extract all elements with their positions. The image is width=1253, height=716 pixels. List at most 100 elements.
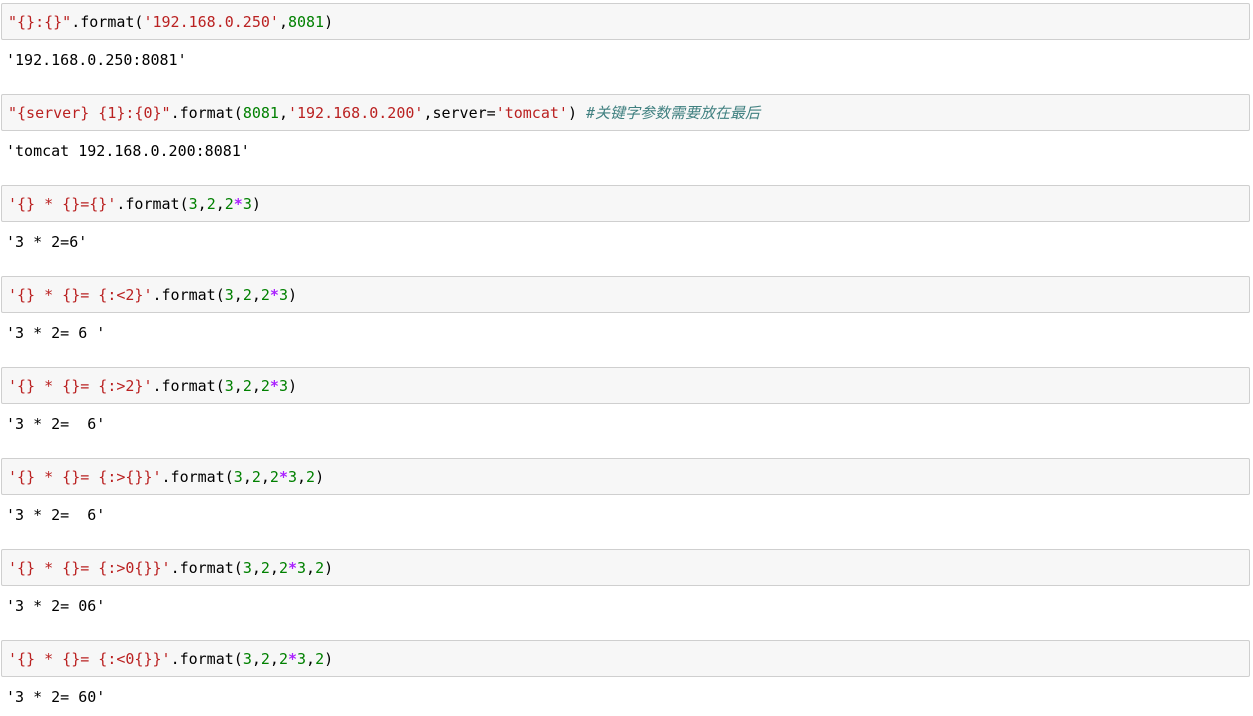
string-token: '192.168.0.200' [287,104,424,122]
code-input-area[interactable]: '{} * {}= {:<0{}}'.format(3,2,2*3,2) [1,640,1250,677]
operator-token: * [287,559,297,577]
number-token: 3 [287,468,297,486]
output-area: '3 * 2= 60' [0,686,1253,710]
code-line: "{server} {1}:{0}".format(8081,'192.168.… [8,104,760,122]
code-token: .format( [170,104,243,122]
output-area: '3 * 2= 6' [0,504,1253,528]
code-token: ) [287,377,297,395]
code-token: , [278,104,288,122]
string-token: '{} * {}= {:>{}}' [8,468,162,486]
code-line: '{} * {}= {:<2}'.format(3,2,2*3) [8,286,297,304]
output-text: '3 * 2= 6 ' [6,324,106,342]
number-token: 3 [278,286,288,304]
code-token: .format( [116,195,189,213]
code-token: .format( [170,559,243,577]
code-token: ) [251,195,261,213]
code-token: , [251,377,261,395]
code-token: , [215,195,225,213]
code-token: , [251,559,261,577]
number-token: 2 [269,468,279,486]
code-token: ) [315,468,325,486]
string-token: 'tomcat' [495,104,568,122]
number-token: 2 [278,559,288,577]
number-token: 2 [206,195,216,213]
number-token: 2 [242,286,252,304]
output-area: '192.168.0.250:8081' [0,49,1253,73]
output-text: 'tomcat 192.168.0.200:8081' [6,142,250,160]
number-token: 3 [297,559,307,577]
code-token: , [233,377,243,395]
output-text: '3 * 2= 06' [6,597,106,615]
code-token: .format( [152,286,225,304]
code-line: '{} * {}= {:>2}'.format(3,2,2*3) [8,377,297,395]
number-token: 2 [278,650,288,668]
number-token: 3 [188,195,198,213]
code-token: ,server= [423,104,496,122]
code-token: , [269,650,279,668]
number-token: 2 [224,195,234,213]
code-token: , [297,468,307,486]
operator-token: * [278,468,288,486]
code-input-area[interactable]: '{} * {}= {:>{}}'.format(3,2,2*3,2) [1,458,1250,495]
number-token: 2 [260,377,270,395]
operator-token: * [233,195,243,213]
code-token: ) [324,13,334,31]
string-token: "{}:{}" [8,13,72,31]
output-text: '3 * 2= 6' [6,506,106,524]
output-text: '3 * 2=6' [6,233,88,251]
code-input-area[interactable]: '{} * {}= {:>0{}}'.format(3,2,2*3,2) [1,549,1250,586]
code-token: .format( [170,650,243,668]
code-token: , [306,559,316,577]
number-token: 2 [260,286,270,304]
code-line: '{} * {}= {:>{}}'.format(3,2,2*3,2) [8,468,324,486]
code-line: '{} * {}={}'.format(3,2,2*3) [8,195,261,213]
code-input-area[interactable]: "{}:{}".format('192.168.0.250',8081) [1,3,1250,40]
number-token: 2 [306,468,316,486]
code-input-area[interactable]: '{} * {}={}'.format(3,2,2*3) [1,185,1250,222]
number-token: 3 [242,559,252,577]
output-text: '192.168.0.250:8081' [6,51,187,69]
code-token: ) [287,286,297,304]
number-token: 2 [242,377,252,395]
number-token: 8081 [242,104,279,122]
string-token: '{} * {}= {:>0{}}' [8,559,171,577]
number-token: 2 [315,650,325,668]
number-token: 3 [242,195,252,213]
code-token: .format( [71,13,144,31]
number-token: 2 [260,650,270,668]
operator-token: * [269,286,279,304]
comment-token: #关键字参数需要放在最后 [586,104,761,122]
code-token: , [242,468,252,486]
code-token: , [260,468,270,486]
string-token: '{} * {}={}' [8,195,117,213]
number-token: 3 [224,377,234,395]
code-token: , [251,650,261,668]
string-token: '192.168.0.250' [143,13,279,31]
number-token: 3 [233,468,243,486]
code-token: ) [324,650,334,668]
code-token: , [251,286,261,304]
code-token: , [306,650,316,668]
output-area: 'tomcat 192.168.0.200:8081' [0,140,1253,164]
string-token: '{} * {}= {:<0{}}' [8,650,171,668]
operator-token: * [287,650,297,668]
code-input-area[interactable]: '{} * {}= {:>2}'.format(3,2,2*3) [1,367,1250,404]
code-token: , [269,559,279,577]
output-area: '3 * 2= 6' [0,413,1253,437]
code-input-area[interactable]: "{server} {1}:{0}".format(8081,'192.168.… [1,94,1250,131]
output-text: '3 * 2= 60' [6,688,106,706]
output-text: '3 * 2= 6' [6,415,106,433]
code-token: ) [567,104,586,122]
code-line: '{} * {}= {:<0{}}'.format(3,2,2*3,2) [8,650,333,668]
number-token: 3 [297,650,307,668]
notebook: "{}:{}".format('192.168.0.250',8081) '19… [0,0,1253,716]
operator-token: * [269,377,279,395]
output-area: '3 * 2= 6 ' [0,322,1253,346]
code-line: '{} * {}= {:>0{}}'.format(3,2,2*3,2) [8,559,333,577]
code-input-area[interactable]: '{} * {}= {:<2}'.format(3,2,2*3) [1,276,1250,313]
output-area: '3 * 2= 06' [0,595,1253,619]
code-line: "{}:{}".format('192.168.0.250',8081) [8,13,333,31]
code-token: ) [324,559,334,577]
string-token: '{} * {}= {:<2}' [8,286,153,304]
code-token: , [197,195,207,213]
